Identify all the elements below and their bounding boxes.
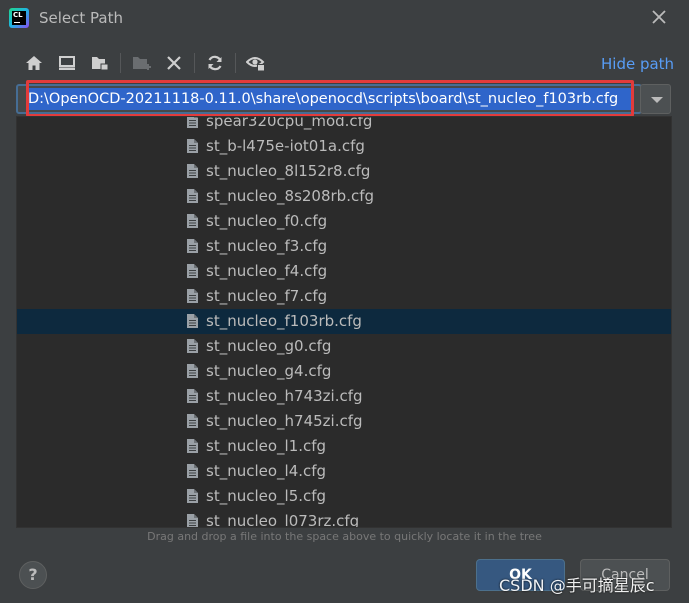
file-name: st_nucleo_f4.cfg: [206, 262, 328, 280]
file-icon: [187, 514, 198, 527]
tree-row[interactable]: st_nucleo_l4.cfg: [17, 459, 671, 484]
tree-row[interactable]: st_nucleo_8s208rb.cfg: [17, 184, 671, 209]
title-bar: CL Select Path: [0, 0, 689, 36]
tree-row[interactable]: spear320cpu_mod.cfg: [17, 116, 671, 134]
file-icon: [187, 117, 198, 128]
delete-icon[interactable]: [162, 50, 186, 76]
file-chooser-toolbar: [22, 50, 282, 76]
drag-drop-hint: Drag and drop a file into the space abov…: [147, 530, 542, 543]
home-icon[interactable]: [22, 50, 46, 76]
file-icon: [187, 289, 198, 303]
file-icon: [187, 139, 198, 153]
chevron-down-icon: [651, 97, 663, 103]
tree-row[interactable]: st_nucleo_h745zi.cfg: [17, 409, 671, 434]
show-hidden-icon[interactable]: [244, 50, 268, 76]
tree-row[interactable]: st_nucleo_f4.cfg: [17, 259, 671, 284]
file-name: st_b-l475e-iot01a.cfg: [206, 137, 365, 155]
file-name: st_nucleo_g0.cfg: [206, 337, 332, 355]
tree-row[interactable]: st_nucleo_f3.cfg: [17, 234, 671, 259]
file-name: st_nucleo_l4.cfg: [206, 462, 327, 480]
project-folder-icon[interactable]: [88, 50, 112, 76]
file-icon: [187, 264, 198, 278]
hide-path-link[interactable]: Hide path: [601, 55, 674, 73]
tree-row[interactable]: st_nucleo_f103rb.cfg: [17, 309, 671, 334]
tree-row[interactable]: st_b-l475e-iot01a.cfg: [17, 134, 671, 159]
file-icon: [187, 489, 198, 503]
file-icon: [187, 364, 198, 378]
tree-row[interactable]: st_nucleo_g4.cfg: [17, 359, 671, 384]
file-icon: [187, 239, 198, 253]
file-name: st_nucleo_l5.cfg: [206, 487, 327, 505]
file-icon: [187, 164, 198, 178]
tree-row[interactable]: st_nucleo_f0.cfg: [17, 209, 671, 234]
file-name: st_nucleo_f3.cfg: [206, 237, 328, 255]
file-name: st_nucleo_h745zi.cfg: [206, 412, 363, 430]
tree-row[interactable]: st_nucleo_l5.cfg: [17, 484, 671, 509]
file-name: spear320cpu_mod.cfg: [206, 116, 373, 130]
file-name: st_nucleo_l073rz.cfg: [206, 512, 360, 528]
file-icon: [187, 189, 198, 203]
file-icon: [187, 464, 198, 478]
help-button[interactable]: ?: [19, 561, 47, 589]
file-name: st_nucleo_8l152r8.cfg: [206, 162, 371, 180]
file-icon: [187, 339, 198, 353]
desktop-icon[interactable]: [55, 50, 79, 76]
tree-row[interactable]: st_nucleo_l1.cfg: [17, 434, 671, 459]
file-icon: [187, 439, 198, 453]
refresh-icon[interactable]: [203, 50, 227, 76]
file-icon: [187, 414, 198, 428]
file-tree[interactable]: spear320cpu_mod.cfg st_b-l475e-iot01a.cfg…: [16, 116, 672, 528]
file-name: st_nucleo_l1.cfg: [206, 437, 327, 455]
annotation-highlight-box: [26, 80, 634, 117]
tree-row[interactable]: st_nucleo_8l152r8.cfg: [17, 159, 671, 184]
file-icon: [187, 389, 198, 403]
file-name: st_nucleo_f0.cfg: [206, 212, 328, 230]
file-name: st_nucleo_8s208rb.cfg: [206, 187, 375, 205]
close-icon[interactable]: [648, 6, 670, 28]
window-title: Select Path: [39, 9, 123, 27]
tree-row[interactable]: st_nucleo_f7.cfg: [17, 284, 671, 309]
file-name: st_nucleo_h743zi.cfg: [206, 387, 363, 405]
csdn-watermark: CSDN @手可摘星辰c: [499, 576, 655, 595]
path-history-dropdown[interactable]: [640, 84, 671, 114]
clion-app-icon: CL: [9, 8, 29, 28]
tree-row[interactable]: st_nucleo_g0.cfg: [17, 334, 671, 359]
tree-row[interactable]: st_nucleo_l073rz.cfg: [17, 509, 671, 528]
file-name: st_nucleo_f103rb.cfg: [206, 312, 362, 330]
file-name: st_nucleo_g4.cfg: [206, 362, 332, 380]
file-icon: [187, 214, 198, 228]
new-folder-icon[interactable]: [130, 50, 154, 76]
tree-row[interactable]: st_nucleo_h743zi.cfg: [17, 384, 671, 409]
file-name: st_nucleo_f7.cfg: [206, 287, 328, 305]
file-icon: [187, 314, 198, 328]
